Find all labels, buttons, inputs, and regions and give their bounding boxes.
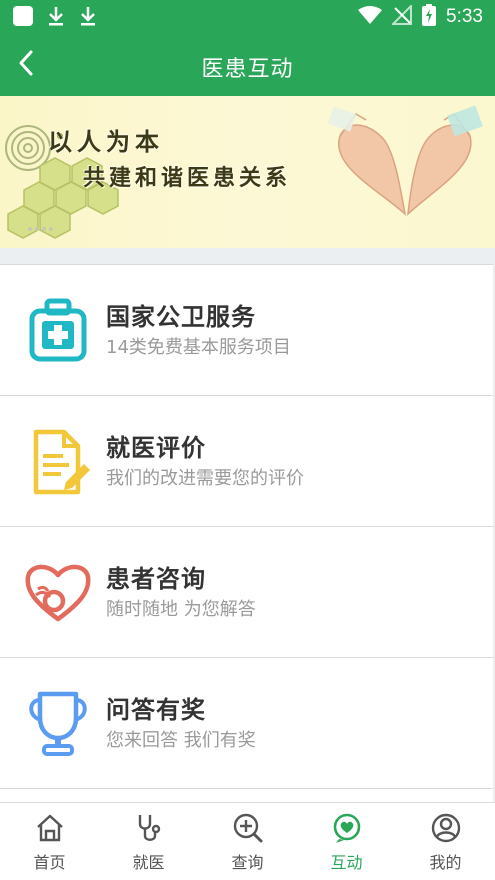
banner-slogan-line2: 共建和谐医患关系: [83, 166, 292, 191]
menu-item-title: 问答有奖: [106, 696, 206, 724]
heart-chat-icon: [330, 811, 364, 845]
download-icon: [46, 5, 66, 31]
wifi-icon: [358, 5, 383, 29]
app-bar: 医患互动: [0, 34, 495, 96]
banner: 以人为本 共建和谐医患关系: [0, 96, 495, 248]
tab-label: 就医: [132, 853, 165, 872]
menu-item-subtitle: 14类免费基本服务项目: [106, 337, 291, 358]
tab-medical[interactable]: 就医: [99, 803, 198, 880]
menu-item-title: 就医评价: [106, 434, 206, 462]
app-notification-icon: [12, 5, 34, 31]
tab-label: 查询: [231, 853, 264, 872]
no-signal-icon: [390, 3, 413, 29]
menu-item-consultation[interactable]: 患者咨询 随时随地 为您解答: [0, 526, 493, 657]
user-icon: [429, 811, 463, 845]
document-edit-icon: [17, 426, 99, 498]
menu-item-quiz-reward[interactable]: 问答有奖 您来回答 我们有奖: [0, 657, 493, 788]
status-system: 5:33: [358, 3, 483, 30]
tab-label: 首页: [33, 853, 66, 872]
menu-item-subtitle: 我们的改进需要您的评价: [106, 468, 304, 489]
menu-list: 国家公卫服务 14类免费基本服务项目 就医评价 我们的改进需要您的评价 患者咨询…: [0, 264, 493, 808]
menu-item-public-health[interactable]: 国家公卫服务 14类免费基本服务项目: [0, 264, 493, 395]
stethoscope-icon: [132, 811, 166, 845]
menu-item-title: 患者咨询: [106, 565, 206, 593]
tab-profile[interactable]: 我的: [396, 803, 495, 880]
home-icon: [33, 811, 67, 845]
trophy-icon: [17, 688, 99, 760]
menu-item-evaluation[interactable]: 就医评价 我们的改进需要您的评价: [0, 395, 493, 526]
banner-slogan-line1: 以人为本: [48, 128, 164, 156]
menu-item-title: 国家公卫服务: [106, 303, 256, 331]
medical-kit-icon: [17, 295, 99, 367]
status-bar: 5:33: [0, 0, 495, 34]
tab-label: 我的: [429, 853, 462, 872]
menu-item-subtitle: 随时随地 为您解答: [106, 599, 256, 620]
heart-stethoscope-icon: [17, 557, 99, 629]
page-title: 医患互动: [201, 57, 294, 82]
battery-charging-icon: [422, 4, 437, 30]
tab-interaction[interactable]: 互动: [297, 803, 396, 880]
bottom-tab-bar: 首页 就医 查询 互动 我的: [0, 802, 495, 880]
download-icon: [78, 5, 98, 31]
status-time: 5:33: [446, 6, 483, 27]
tab-home[interactable]: 首页: [0, 803, 99, 880]
menu-item-subtitle: 您来回答 我们有奖: [106, 730, 256, 751]
tab-label: 互动: [330, 853, 363, 872]
status-notifications: [12, 5, 98, 31]
tab-query[interactable]: 查询: [198, 803, 297, 880]
search-plus-icon: [231, 811, 265, 845]
